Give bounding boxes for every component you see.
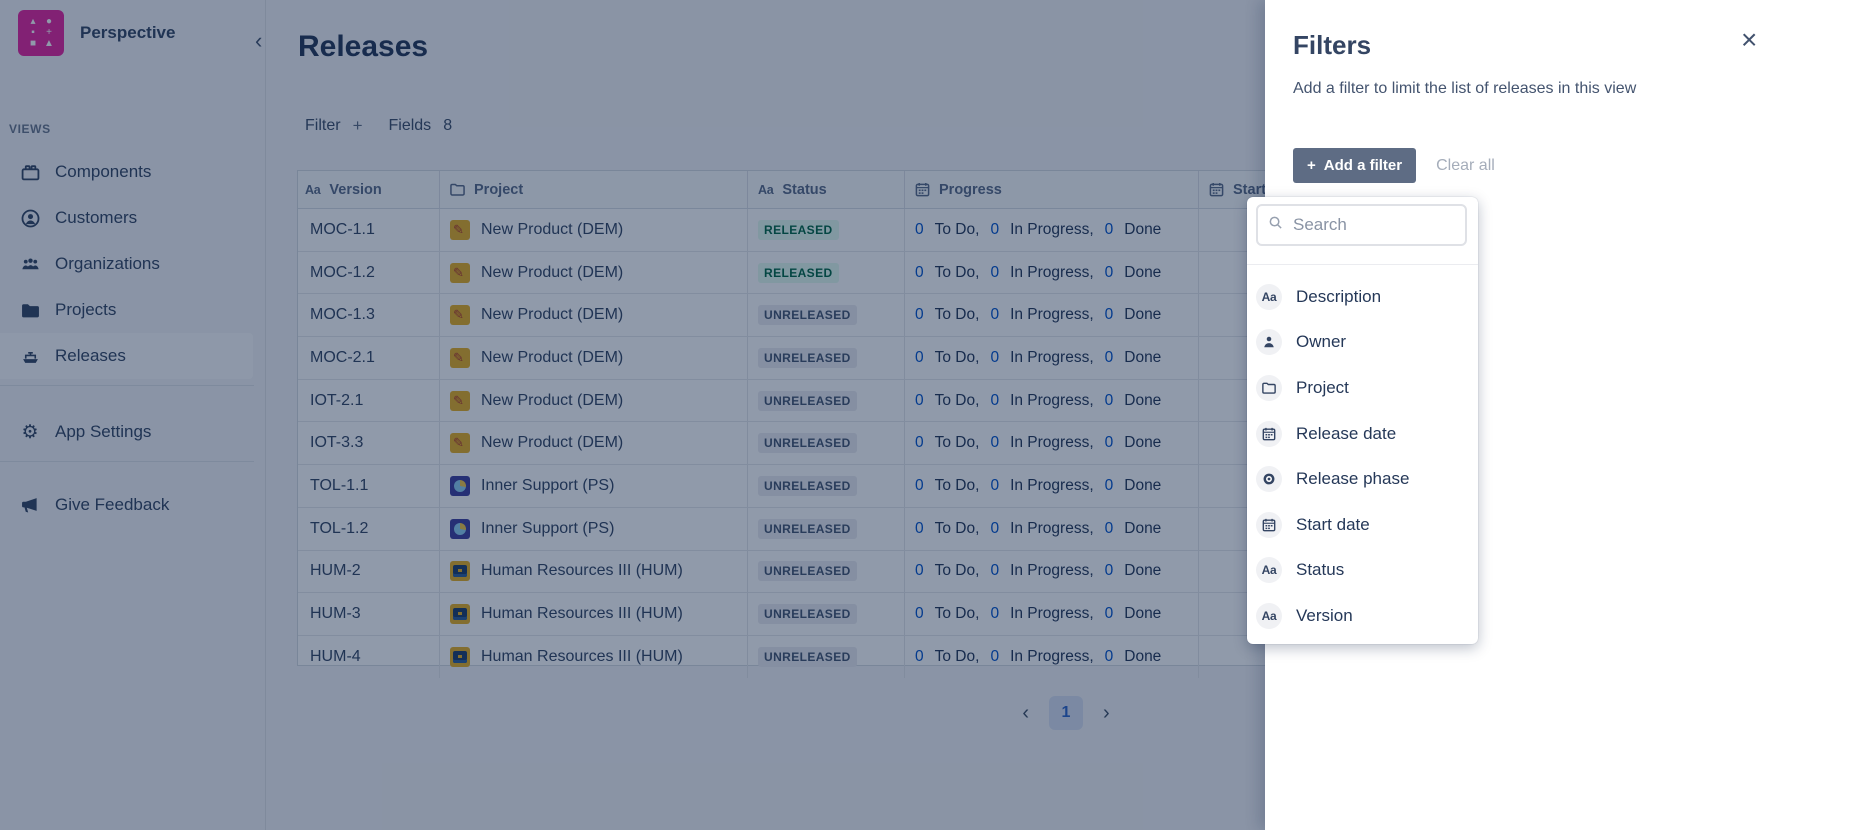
dropdown-item-list: Aa Description Owner Project Release date Rel… — [1247, 270, 1478, 639]
dropdown-item-label: Project — [1296, 378, 1349, 398]
dropdown-item-label: Status — [1296, 560, 1344, 580]
folder-icon — [1256, 375, 1282, 401]
dropdown-item-version[interactable]: Aa Version — [1247, 593, 1478, 639]
dropdown-item-project[interactable]: Project — [1247, 365, 1478, 411]
calendar-icon — [1256, 512, 1282, 538]
dropdown-item-label: Owner — [1296, 332, 1346, 352]
app-window: ▴●▪+■▲ Perspective ‹ VIEWS ComponentsCus… — [0, 0, 1850, 830]
text-field-icon: Aa — [1256, 557, 1282, 583]
filters-panel-actions: + Add a filter Clear all — [1293, 148, 1495, 183]
release-phase-icon — [1256, 466, 1282, 492]
dropdown-item-start-date[interactable]: Start date — [1247, 502, 1478, 548]
dropdown-item-status[interactable]: Aa Status — [1247, 548, 1478, 594]
clear-all-button[interactable]: Clear all — [1436, 157, 1495, 175]
dropdown-item-release-date[interactable]: Release date — [1247, 411, 1478, 457]
text-field-icon: Aa — [1256, 603, 1282, 629]
dropdown-item-description[interactable]: Aa Description — [1247, 274, 1478, 320]
plus-icon: + — [1307, 157, 1316, 174]
search-box — [1256, 204, 1467, 246]
search-input[interactable] — [1291, 214, 1455, 236]
dropdown-item-label: Release phase — [1296, 469, 1409, 489]
add-a-filter-button-label: Add a filter — [1324, 157, 1402, 174]
text-field-icon: Aa — [1256, 284, 1282, 310]
filter-field-dropdown: Aa Description Owner Project Release date Rel… — [1247, 197, 1478, 644]
calendar-icon — [1256, 421, 1282, 447]
dropdown-item-label: Version — [1296, 606, 1353, 626]
user-icon — [1256, 329, 1282, 355]
close-icon[interactable]: × — [1741, 26, 1757, 54]
dropdown-divider — [1247, 264, 1478, 265]
dropdown-item-release-phase[interactable]: Release phase — [1247, 456, 1478, 502]
dropdown-item-owner[interactable]: Owner — [1247, 320, 1478, 366]
dropdown-item-label: Description — [1296, 287, 1381, 307]
filters-panel-description: Add a filter to limit the list of releas… — [1293, 80, 1713, 98]
dropdown-item-label: Release date — [1296, 424, 1396, 444]
search-icon — [1268, 215, 1283, 235]
filters-panel-title: Filters — [1293, 30, 1371, 61]
dropdown-item-label: Start date — [1296, 515, 1370, 535]
add-a-filter-button[interactable]: + Add a filter — [1293, 148, 1416, 183]
